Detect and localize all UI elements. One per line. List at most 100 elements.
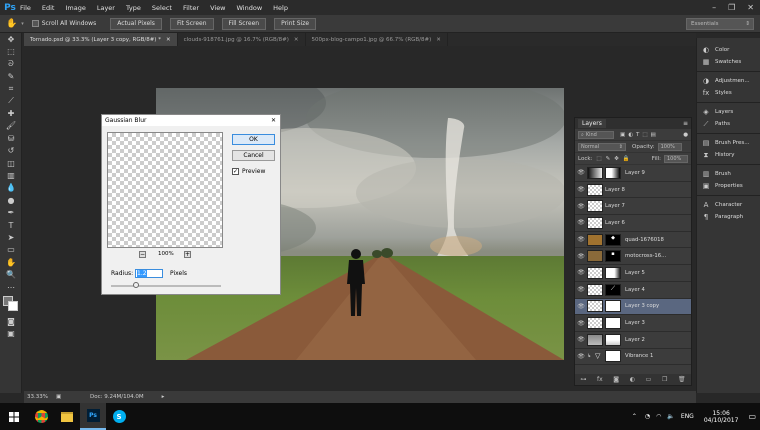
quick-selection-tool-icon[interactable]: ✎ — [0, 70, 22, 82]
menu-window[interactable]: Window — [237, 4, 263, 12]
trash-icon[interactable]: 🗑 — [678, 376, 686, 383]
marquee-tool-icon[interactable]: ⬚ — [0, 45, 22, 57]
status-arrow-icon[interactable]: ▸ — [162, 394, 165, 400]
lock-icons[interactable]: ⬚✎✥🔒 — [596, 156, 633, 162]
filter-type-icons[interactable]: ▣◐T⬚▤ — [620, 132, 659, 138]
opacity-field[interactable]: 100% — [657, 142, 682, 151]
layer-row[interactable]: 👁 Layer 7 — [575, 198, 691, 216]
close-icon[interactable]: ✕ — [436, 37, 441, 43]
radius-slider-track[interactable] — [111, 285, 221, 287]
more-tools-icon[interactable]: ⋯ — [0, 281, 22, 293]
eraser-tool-icon[interactable]: ◫ — [0, 157, 22, 169]
ok-button[interactable]: OK — [232, 134, 275, 145]
visibility-eye-icon[interactable]: 👁 — [575, 236, 587, 243]
layer-filter-dropdown[interactable]: ⌕ Kind — [578, 130, 614, 139]
dock-paragraph[interactable]: ¶ Paragraph — [697, 211, 760, 223]
preview-checkbox[interactable]: ✓ — [232, 168, 239, 175]
screen-mode-icon[interactable]: ▣ — [0, 328, 22, 340]
layer-row[interactable]: 👁 Layer 2 — [575, 332, 691, 349]
layer-style-icon[interactable]: fx — [597, 376, 603, 383]
chevron-up-icon[interactable]: ⌃ — [632, 413, 637, 420]
blur-preview[interactable] — [107, 132, 223, 248]
link-layers-icon[interactable]: ⊶ — [580, 376, 586, 383]
menu-image[interactable]: Image — [65, 4, 85, 12]
brush-tool-icon[interactable]: 🖌 — [0, 120, 22, 132]
network-icon[interactable]: ◔ — [645, 413, 650, 420]
gradient-tool-icon[interactable]: ▥ — [0, 169, 22, 181]
scroll-all-windows-checkbox[interactable] — [31, 20, 39, 27]
layer-row[interactable]: 👁 ▪ motocross-16... — [575, 248, 691, 266]
hand-tool-icon[interactable]: ✋ — [0, 256, 22, 268]
rectangle-tool-icon[interactable]: ▭ — [0, 244, 22, 256]
visibility-eye-icon[interactable]: 👁 — [575, 169, 587, 176]
move-tool-icon[interactable]: ✥ — [0, 33, 22, 45]
zoom-level[interactable]: 33.33% — [24, 394, 48, 400]
visibility-eye-icon[interactable]: 👁 — [575, 303, 587, 310]
layer-row-selected[interactable]: 👁 Layer 3 copy — [575, 298, 691, 316]
dock-adjustments[interactable]: ◑ Adjustmen... — [697, 75, 760, 87]
quick-mask-icon[interactable]: ◙ — [0, 315, 22, 327]
new-group-icon[interactable]: ▭ — [646, 376, 652, 383]
menu-layer[interactable]: Layer — [97, 4, 115, 12]
visibility-eye-icon[interactable]: 👁 — [575, 320, 587, 327]
menu-file[interactable]: File — [20, 4, 31, 12]
color-swatches[interactable] — [0, 293, 22, 315]
actual-pixels-button[interactable]: Actual Pixels — [110, 17, 162, 30]
close-button[interactable]: ✕ — [747, 3, 754, 12]
fill-screen-button[interactable]: Fill Screen — [221, 17, 267, 30]
layer-row[interactable]: 👁 ↳ ▽ Vibrance 1 — [575, 349, 691, 366]
pen-tool-icon[interactable]: ✒ — [0, 206, 22, 218]
tool-preset-dropdown-icon[interactable]: ▾ — [21, 21, 24, 27]
status-menu-icon[interactable]: ▣ — [56, 394, 64, 400]
dock-brush-presets[interactable]: ▤ Brush Pres... — [697, 137, 760, 149]
visibility-eye-icon[interactable]: 👁 — [575, 203, 587, 210]
skype-icon[interactable]: S — [106, 403, 132, 430]
zoom-tool-icon[interactable]: 🔍 — [0, 268, 22, 280]
visibility-eye-icon[interactable]: 👁 — [575, 219, 587, 226]
dock-properties[interactable]: ▣ Properties — [697, 180, 760, 192]
adjustment-icon[interactable]: ◐ — [630, 376, 635, 383]
dialog-title-bar[interactable]: Gaussian Blur ✕ — [102, 115, 280, 126]
path-selection-tool-icon[interactable]: ➤ — [0, 231, 22, 243]
menu-type[interactable]: Type — [126, 4, 141, 12]
layer-row[interactable]: 👁 Layer 9 — [575, 165, 691, 182]
tab-tornado-psd[interactable]: Tornado.psd @ 33.3% (Layer 3 copy, RGB/8… — [24, 33, 178, 46]
tab-campo-jpg[interactable]: 500px-blog-campo1.jpg @ 66.7% (RGB/8#) ✕ — [306, 33, 448, 46]
print-size-button[interactable]: Print Size — [274, 17, 317, 30]
menu-filter[interactable]: Filter — [183, 4, 199, 12]
clone-stamp-tool-icon[interactable]: ⛁ — [0, 132, 22, 144]
dodge-tool-icon[interactable]: ● — [0, 194, 22, 206]
crop-tool-icon[interactable]: ⌗ — [0, 83, 22, 95]
zoom-out-button[interactable]: − — [139, 251, 146, 258]
dock-color[interactable]: ◐ Color — [697, 44, 760, 56]
layer-row[interactable]: 👁 Layer 5 — [575, 265, 691, 282]
dock-styles[interactable]: fx Styles — [697, 87, 760, 99]
filter-toggle-icon[interactable]: ● — [683, 132, 688, 138]
lasso-tool-icon[interactable]: ᘐ — [0, 58, 22, 70]
zoom-in-button[interactable]: + — [184, 251, 191, 258]
layer-row[interactable]: 👁 Layer 3 — [575, 315, 691, 332]
background-color-swatch[interactable] — [8, 301, 18, 312]
tab-clouds-jpg[interactable]: clouds-918761.jpg @ 16.7% (RGB/8#) ✕ — [178, 33, 306, 46]
dock-paths[interactable]: ⟋ Paths — [697, 118, 760, 130]
history-brush-tool-icon[interactable]: ↺ — [0, 145, 22, 157]
volume-icon[interactable]: 🔈 — [667, 413, 674, 420]
dock-swatches[interactable]: ▦ Swatches — [697, 56, 760, 68]
wifi-icon[interactable]: ◠ — [656, 413, 661, 420]
fit-screen-button[interactable]: Fit Screen — [169, 17, 214, 30]
language-indicator[interactable]: ENG — [681, 413, 694, 420]
fill-field[interactable]: 100% — [664, 154, 688, 163]
layer-row[interactable]: 👁 Layer 8 — [575, 182, 691, 199]
workspace-switcher[interactable]: Essentials ⇕ — [686, 18, 754, 30]
close-icon[interactable]: ✕ — [271, 117, 276, 124]
tab-layers[interactable]: Layers — [578, 119, 606, 128]
visibility-eye-icon[interactable]: 👁 — [575, 286, 587, 293]
blend-mode-dropdown[interactable]: Normal ⇕ — [578, 142, 626, 151]
dock-character[interactable]: A Character — [697, 199, 760, 211]
photoshop-taskbar-icon[interactable]: Ps — [80, 403, 106, 430]
layer-row[interactable]: 👁 ◆ quad-1676018 — [575, 232, 691, 249]
radius-input[interactable]: 1.2 — [135, 269, 163, 278]
cancel-button[interactable]: Cancel — [232, 150, 275, 161]
dock-layers[interactable]: ◈ Layers — [697, 106, 760, 118]
layer-row[interactable]: 👁 ⟋ Layer 4 — [575, 282, 691, 299]
